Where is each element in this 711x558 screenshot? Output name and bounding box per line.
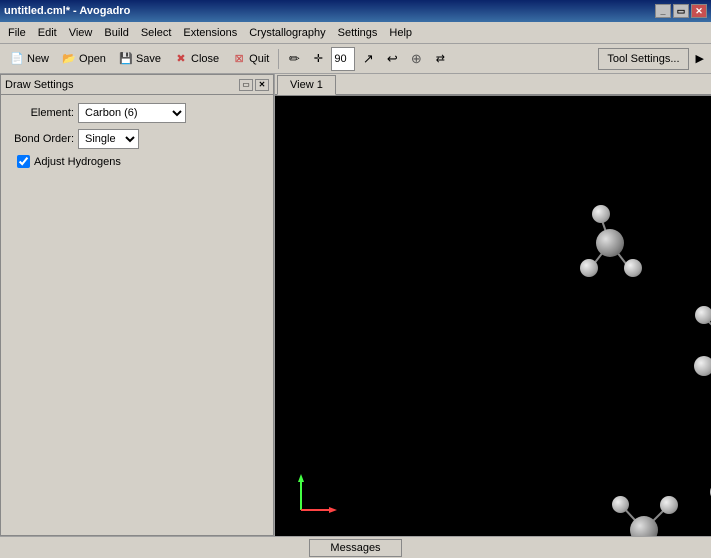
- messages-label: Messages: [330, 542, 380, 554]
- element-row: Element: Carbon (6) Hydrogen (1) Nitroge…: [9, 103, 265, 123]
- view-tab-1[interactable]: View 1: [277, 75, 336, 95]
- atom-h3a: [694, 356, 711, 376]
- save-label: Save: [136, 53, 161, 65]
- atom-h1a: [580, 259, 598, 277]
- menu-bar: File Edit View Build Select Extensions C…: [0, 22, 711, 44]
- quit-icon: ⊠: [231, 51, 247, 67]
- atom-h6c: [660, 496, 678, 514]
- atom-h3d: [695, 306, 711, 324]
- atom-h1c: [592, 205, 610, 223]
- panel-close-button[interactable]: ✕: [255, 79, 269, 91]
- nav2-tool-icon: [408, 51, 424, 67]
- menu-view[interactable]: View: [63, 22, 99, 43]
- mol4-bonds: [700, 421, 711, 521]
- menu-help[interactable]: Help: [383, 22, 418, 43]
- undo-tool-button[interactable]: [381, 47, 403, 71]
- expand-icon: ▶: [696, 52, 704, 65]
- open-icon: 📂: [61, 51, 77, 67]
- panel-body: Element: Carbon (6) Hydrogen (1) Nitroge…: [0, 94, 274, 536]
- open-label: Open: [79, 53, 106, 65]
- adjust-hydrogens-checkbox[interactable]: [17, 155, 30, 168]
- menu-file[interactable]: File: [2, 22, 32, 43]
- adjust-hydrogens-label: Adjust Hydrogens: [34, 156, 121, 168]
- menu-select[interactable]: Select: [135, 22, 178, 43]
- tool-settings-button[interactable]: Tool Settings...: [598, 48, 688, 70]
- left-panel: Draw Settings ▭ ✕ Element: Carbon (6) Hy…: [0, 74, 275, 536]
- bond-order-select[interactable]: Single Double Triple: [78, 129, 139, 149]
- save-icon: 💾: [118, 51, 134, 67]
- main-content: Draw Settings ▭ ✕ Element: Carbon (6) Hy…: [0, 74, 711, 536]
- save-button[interactable]: 💾 Save: [113, 47, 166, 71]
- element-select[interactable]: Carbon (6) Hydrogen (1) Nitrogen (7) Oxy…: [78, 103, 186, 123]
- adjust-hydrogens-row: Adjust Hydrogens: [17, 155, 265, 168]
- tool-settings-label: Tool Settings...: [607, 53, 679, 65]
- bond-order-row: Bond Order: Single Double Triple: [9, 129, 265, 149]
- panel-title: Draw Settings: [5, 79, 73, 91]
- view-tab-1-label: View 1: [290, 79, 323, 91]
- close-file-button[interactable]: ✖ Close: [168, 47, 224, 71]
- angle-value: 90: [334, 53, 346, 65]
- panel-restore-button[interactable]: ▭: [239, 79, 253, 91]
- atom-h1b: [624, 259, 642, 277]
- expand-button[interactable]: ▶: [693, 47, 707, 71]
- messages-tab[interactable]: Messages: [309, 539, 401, 557]
- toolbar: 📄 New 📂 Open 💾 Save ✖ Close ⊠ Quit ✛ 90 …: [0, 44, 711, 74]
- element-label: Element:: [9, 107, 74, 119]
- draw-tool-button[interactable]: [283, 47, 305, 71]
- move-tool-button[interactable]: ⇄: [429, 47, 451, 71]
- new-icon: 📄: [9, 51, 25, 67]
- angle-display: 90: [331, 47, 355, 71]
- navigate-tool-button[interactable]: ✛: [307, 47, 329, 71]
- toolbar-sep1: [278, 49, 279, 69]
- title-bar-buttons[interactable]: _ ▭ ✕: [655, 4, 707, 18]
- move-tool-icon: ⇄: [432, 51, 448, 67]
- quit-button[interactable]: ⊠ Quit: [226, 47, 274, 71]
- close-file-icon: ✖: [173, 51, 189, 67]
- close-window-button[interactable]: ✕: [691, 4, 707, 18]
- new-button[interactable]: 📄 New: [4, 47, 54, 71]
- minimize-button[interactable]: _: [655, 4, 671, 18]
- title-bar-title: untitled.cml* - Avogadro: [4, 5, 130, 17]
- atom-c1: [596, 229, 624, 257]
- status-bar: Messages: [0, 536, 711, 558]
- close-file-label: Close: [191, 53, 219, 65]
- open-button[interactable]: 📂 Open: [56, 47, 111, 71]
- draw-tool-icon: [286, 51, 302, 67]
- menu-settings[interactable]: Settings: [332, 22, 384, 43]
- viewport[interactable]: [275, 96, 711, 536]
- title-bar: untitled.cml* - Avogadro _ ▭ ✕: [0, 0, 711, 22]
- atom-c6: [630, 516, 658, 536]
- panel-buttons: ▭ ✕: [239, 79, 269, 91]
- nav2-tool-button[interactable]: [405, 47, 427, 71]
- panel-header: Draw Settings ▭ ✕: [0, 74, 274, 94]
- menu-edit[interactable]: Edit: [32, 22, 63, 43]
- bond-order-label: Bond Order:: [9, 133, 74, 145]
- select-tool-button[interactable]: [357, 47, 379, 71]
- restore-button[interactable]: ▭: [673, 4, 689, 18]
- menu-build[interactable]: Build: [98, 22, 134, 43]
- menu-extensions[interactable]: Extensions: [177, 22, 243, 43]
- menu-crystallography[interactable]: Crystallography: [243, 22, 331, 43]
- atom-h6d: [612, 496, 629, 513]
- right-panel: View 1: [275, 74, 711, 536]
- navigate-tool-icon: ✛: [310, 51, 326, 67]
- new-label: New: [27, 53, 49, 65]
- quit-label: Quit: [249, 53, 269, 65]
- undo-tool-icon: [384, 51, 400, 67]
- app-title: untitled.cml* - Avogadro: [4, 5, 130, 17]
- select-tool-icon: [360, 51, 376, 67]
- view-tab-bar: View 1: [275, 74, 711, 96]
- axis-indicator: [291, 470, 341, 520]
